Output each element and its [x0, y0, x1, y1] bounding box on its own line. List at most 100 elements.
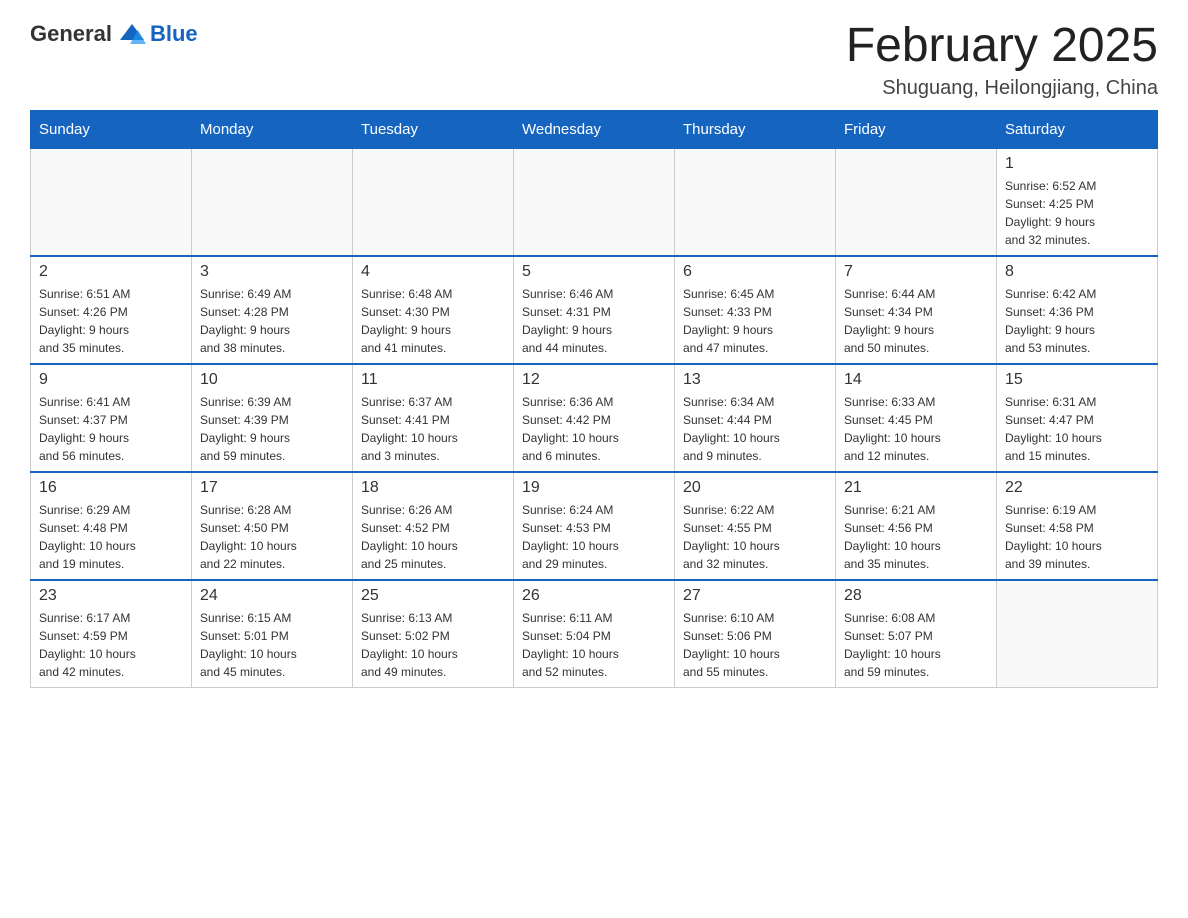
day-number: 27 — [683, 587, 827, 605]
calendar-cell: 26 Sunrise: 6:11 AM Sunset: 5:04 PM Dayli… — [514, 580, 675, 688]
logo-general-text: General — [30, 21, 112, 47]
day-number: 1 — [1005, 155, 1149, 173]
calendar-cell: 13 Sunrise: 6:34 AM Sunset: 4:44 PM Dayli… — [675, 364, 836, 472]
calendar-cell: 2 Sunrise: 6:51 AM Sunset: 4:26 PM Daylig… — [31, 256, 192, 364]
day-number: 16 — [39, 479, 183, 497]
day-info: Sunrise: 6:24 AM Sunset: 4:53 PM Dayligh… — [522, 501, 666, 573]
calendar-cell — [353, 148, 514, 256]
day-info: Sunrise: 6:44 AM Sunset: 4:34 PM Dayligh… — [844, 285, 988, 357]
day-info: Sunrise: 6:11 AM Sunset: 5:04 PM Dayligh… — [522, 609, 666, 681]
day-info: Sunrise: 6:29 AM Sunset: 4:48 PM Dayligh… — [39, 501, 183, 573]
day-number: 9 — [39, 371, 183, 389]
day-info: Sunrise: 6:26 AM Sunset: 4:52 PM Dayligh… — [361, 501, 505, 573]
calendar-week-row: 1 Sunrise: 6:52 AM Sunset: 4:25 PM Daylig… — [31, 148, 1158, 256]
day-info: Sunrise: 6:31 AM Sunset: 4:47 PM Dayligh… — [1005, 393, 1149, 465]
calendar-cell: 23 Sunrise: 6:17 AM Sunset: 4:59 PM Dayli… — [31, 580, 192, 688]
weekday-header-wednesday: Wednesday — [514, 110, 675, 148]
day-number: 12 — [522, 371, 666, 389]
calendar-cell: 27 Sunrise: 6:10 AM Sunset: 5:06 PM Dayli… — [675, 580, 836, 688]
calendar-cell — [31, 148, 192, 256]
day-info: Sunrise: 6:51 AM Sunset: 4:26 PM Dayligh… — [39, 285, 183, 357]
day-info: Sunrise: 6:21 AM Sunset: 4:56 PM Dayligh… — [844, 501, 988, 573]
calendar-cell: 9 Sunrise: 6:41 AM Sunset: 4:37 PM Daylig… — [31, 364, 192, 472]
day-info: Sunrise: 6:08 AM Sunset: 5:07 PM Dayligh… — [844, 609, 988, 681]
calendar-cell: 15 Sunrise: 6:31 AM Sunset: 4:47 PM Dayli… — [997, 364, 1158, 472]
day-number: 24 — [200, 587, 344, 605]
calendar-cell: 8 Sunrise: 6:42 AM Sunset: 4:36 PM Daylig… — [997, 256, 1158, 364]
day-number: 17 — [200, 479, 344, 497]
day-number: 13 — [683, 371, 827, 389]
calendar-cell: 19 Sunrise: 6:24 AM Sunset: 4:53 PM Dayli… — [514, 472, 675, 580]
day-number: 26 — [522, 587, 666, 605]
calendar-cell — [675, 148, 836, 256]
day-number: 4 — [361, 263, 505, 281]
day-number: 18 — [361, 479, 505, 497]
calendar-cell: 25Sunrise: 6:13 AM Sunset: 5:02 PM Dayli… — [353, 580, 514, 688]
day-number: 21 — [844, 479, 988, 497]
day-number: 14 — [844, 371, 988, 389]
logo: General Blue — [30, 20, 198, 48]
day-number: 19 — [522, 479, 666, 497]
day-info: Sunrise: 6:41 AM Sunset: 4:37 PM Dayligh… — [39, 393, 183, 465]
day-number: 10 — [200, 371, 344, 389]
weekday-header-friday: Friday — [836, 110, 997, 148]
weekday-header-sunday: Sunday — [31, 110, 192, 148]
calendar-week-row: 23 Sunrise: 6:17 AM Sunset: 4:59 PM Dayli… — [31, 580, 1158, 688]
day-info: Sunrise: 6:46 AM Sunset: 4:31 PM Dayligh… — [522, 285, 666, 357]
day-number: 6 — [683, 263, 827, 281]
logo-blue-text: Blue — [150, 21, 198, 47]
month-title: February 2025 — [846, 20, 1158, 73]
day-number: 8 — [1005, 263, 1149, 281]
day-info: Sunrise: 6:42 AM Sunset: 4:36 PM Dayligh… — [1005, 285, 1149, 357]
day-number: 11 — [361, 371, 505, 389]
day-number: 3 — [200, 263, 344, 281]
calendar-cell: 17 Sunrise: 6:28 AM Sunset: 4:50 PM Dayli… — [192, 472, 353, 580]
day-info: Sunrise: 6:39 AM Sunset: 4:39 PM Dayligh… — [200, 393, 344, 465]
day-info: Sunrise: 6:52 AM Sunset: 4:25 PM Dayligh… — [1005, 177, 1149, 249]
weekday-header-row: SundayMondayTuesdayWednesdayThursdayFrid… — [31, 110, 1158, 148]
day-info: Sunrise: 6:48 AM Sunset: 4:30 PM Dayligh… — [361, 285, 505, 357]
weekday-header-saturday: Saturday — [997, 110, 1158, 148]
page-header: General Blue February 2025 Shuguang, Hei… — [30, 20, 1158, 100]
day-number: 15 — [1005, 371, 1149, 389]
day-number: 7 — [844, 263, 988, 281]
day-number: 23 — [39, 587, 183, 605]
day-info: Sunrise: 6:15 AM Sunset: 5:01 PM Dayligh… — [200, 609, 344, 681]
calendar-cell: 4 Sunrise: 6:48 AM Sunset: 4:30 PM Daylig… — [353, 256, 514, 364]
calendar-cell: 3 Sunrise: 6:49 AM Sunset: 4:28 PM Daylig… — [192, 256, 353, 364]
day-info: Sunrise: 6:33 AM Sunset: 4:45 PM Dayligh… — [844, 393, 988, 465]
calendar-cell: 18 Sunrise: 6:26 AM Sunset: 4:52 PM Dayli… — [353, 472, 514, 580]
calendar-week-row: 2 Sunrise: 6:51 AM Sunset: 4:26 PM Daylig… — [31, 256, 1158, 364]
calendar-cell: 11 Sunrise: 6:37 AM Sunset: 4:41 PM Dayli… — [353, 364, 514, 472]
day-info: Sunrise: 6:28 AM Sunset: 4:50 PM Dayligh… — [200, 501, 344, 573]
calendar-cell — [514, 148, 675, 256]
calendar-cell — [192, 148, 353, 256]
weekday-header-tuesday: Tuesday — [353, 110, 514, 148]
day-number: 28 — [844, 587, 988, 605]
day-number: 22 — [1005, 479, 1149, 497]
calendar-cell: 1 Sunrise: 6:52 AM Sunset: 4:25 PM Daylig… — [997, 148, 1158, 256]
calendar-cell: 24 Sunrise: 6:15 AM Sunset: 5:01 PM Dayli… — [192, 580, 353, 688]
weekday-header-monday: Monday — [192, 110, 353, 148]
day-info: Sunrise: 6:17 AM Sunset: 4:59 PM Dayligh… — [39, 609, 183, 681]
calendar-cell: 28 Sunrise: 6:08 AM Sunset: 5:07 PM Dayli… — [836, 580, 997, 688]
day-info: Sunrise: 6:10 AM Sunset: 5:06 PM Dayligh… — [683, 609, 827, 681]
location-subtitle: Shuguang, Heilongjiang, China — [846, 77, 1158, 100]
day-info: Sunrise: 6:19 AM Sunset: 4:58 PM Dayligh… — [1005, 501, 1149, 573]
calendar-cell: 12Sunrise: 6:36 AM Sunset: 4:42 PM Dayli… — [514, 364, 675, 472]
calendar-week-row: 16 Sunrise: 6:29 AM Sunset: 4:48 PM Dayli… — [31, 472, 1158, 580]
logo-icon — [118, 20, 146, 48]
weekday-header-thursday: Thursday — [675, 110, 836, 148]
calendar-cell: 16 Sunrise: 6:29 AM Sunset: 4:48 PM Dayli… — [31, 472, 192, 580]
day-info: Sunrise: 6:49 AM Sunset: 4:28 PM Dayligh… — [200, 285, 344, 357]
calendar-cell: 22 Sunrise: 6:19 AM Sunset: 4:58 PM Dayli… — [997, 472, 1158, 580]
day-info: Sunrise: 6:34 AM Sunset: 4:44 PM Dayligh… — [683, 393, 827, 465]
calendar-table: SundayMondayTuesdayWednesdayThursdayFrid… — [30, 110, 1158, 688]
title-block: February 2025 Shuguang, Heilongjiang, Ch… — [846, 20, 1158, 100]
day-number: 20 — [683, 479, 827, 497]
calendar-cell — [997, 580, 1158, 688]
calendar-cell — [836, 148, 997, 256]
day-info: Sunrise: 6:37 AM Sunset: 4:41 PM Dayligh… — [361, 393, 505, 465]
day-number: 2 — [39, 263, 183, 281]
day-number: 5 — [522, 263, 666, 281]
